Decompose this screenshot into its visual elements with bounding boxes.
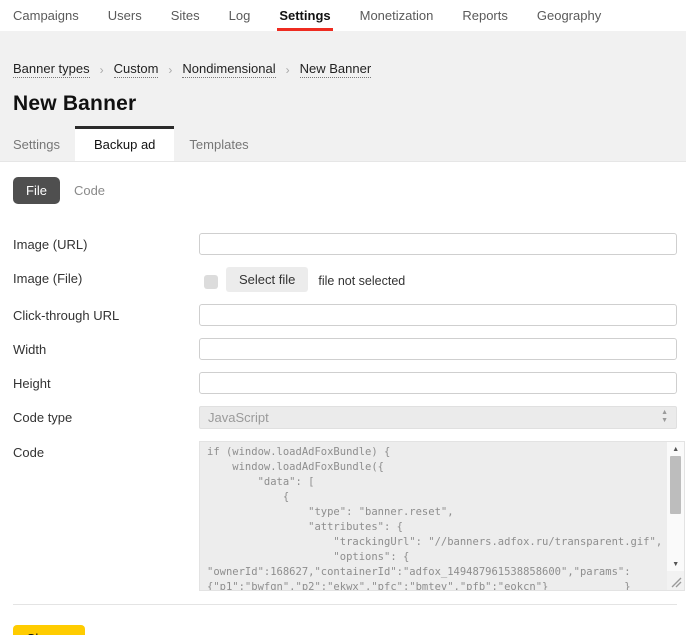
image-file-label: Image (File)	[13, 267, 199, 286]
image-url-input[interactable]	[199, 233, 677, 255]
resize-grip-icon[interactable]	[667, 571, 684, 590]
source-toggle: File Code	[13, 177, 677, 204]
nav-item-geography[interactable]: Geography	[537, 1, 601, 31]
file-status-text: file not selected	[318, 272, 405, 288]
footer: Change	[0, 605, 686, 635]
page-header: Banner types › Custom › Nondimensional ›…	[0, 31, 686, 162]
breadcrumb-custom[interactable]: Custom	[114, 61, 159, 78]
page-title: New Banner	[13, 92, 673, 116]
tab-templates[interactable]: Templates	[174, 129, 263, 161]
code-textarea[interactable]: if (window.loadAdFoxBundle) { window.loa…	[199, 441, 685, 591]
breadcrumb-separator: ›	[100, 63, 104, 77]
breadcrumb-banner-types[interactable]: Banner types	[13, 61, 90, 78]
click-url-row: Click-through URL	[13, 304, 677, 326]
scroll-thumb[interactable]	[670, 456, 681, 514]
scroll-up-icon[interactable]: ▲	[672, 442, 679, 456]
code-type-select[interactable]: JavaScript ▲▼	[199, 406, 677, 429]
height-input[interactable]	[199, 372, 677, 394]
width-input[interactable]	[199, 338, 677, 360]
file-toggle-button[interactable]: File	[13, 177, 60, 204]
code-scrollbar[interactable]: ▲ ▼	[667, 442, 684, 571]
image-file-checkbox[interactable]	[204, 275, 218, 289]
image-url-label: Image (URL)	[13, 233, 199, 252]
breadcrumb-separator: ›	[168, 63, 172, 77]
nav-item-users[interactable]: Users	[108, 1, 142, 31]
code-content[interactable]: if (window.loadAdFoxBundle) { window.loa…	[200, 442, 684, 591]
select-sorter-icon: ▲▼	[661, 409, 668, 425]
top-navigation: Campaigns Users Sites Log Settings Monet…	[0, 0, 686, 31]
code-type-label: Code type	[13, 406, 199, 425]
nav-item-settings[interactable]: Settings	[279, 1, 330, 31]
nav-item-sites[interactable]: Sites	[171, 1, 200, 31]
tab-settings[interactable]: Settings	[13, 129, 75, 161]
change-button[interactable]: Change	[13, 625, 85, 635]
breadcrumb-separator: ›	[286, 63, 290, 77]
tab-bar: Settings Backup ad Templates	[13, 129, 673, 161]
nav-item-campaigns[interactable]: Campaigns	[13, 1, 79, 31]
width-row: Width	[13, 338, 677, 360]
click-url-input[interactable]	[199, 304, 677, 326]
code-toggle-link[interactable]: Code	[74, 183, 105, 198]
tab-backup-ad[interactable]: Backup ad	[75, 126, 174, 161]
height-row: Height	[13, 372, 677, 394]
width-label: Width	[13, 338, 199, 357]
nav-item-log[interactable]: Log	[229, 1, 251, 31]
breadcrumb-new-banner[interactable]: New Banner	[300, 61, 372, 78]
click-url-label: Click-through URL	[13, 304, 199, 323]
code-row: Code if (window.loadAdFoxBundle) { windo…	[13, 441, 677, 591]
main-content: File Code Image (URL) Image (File) Selec…	[0, 162, 686, 605]
code-label: Code	[13, 441, 199, 460]
scroll-down-icon[interactable]: ▼	[672, 557, 679, 571]
code-type-value: JavaScript	[208, 410, 269, 425]
breadcrumb-nondimensional[interactable]: Nondimensional	[182, 61, 275, 78]
height-label: Height	[13, 372, 199, 391]
nav-item-monetization[interactable]: Monetization	[360, 1, 434, 31]
image-url-row: Image (URL)	[13, 233, 677, 255]
image-file-row: Image (File) Select file file not select…	[13, 267, 677, 292]
code-type-row: Code type JavaScript ▲▼	[13, 406, 677, 429]
nav-item-reports[interactable]: Reports	[462, 1, 508, 31]
select-file-button[interactable]: Select file	[226, 267, 308, 292]
breadcrumb: Banner types › Custom › Nondimensional ›…	[13, 61, 673, 78]
